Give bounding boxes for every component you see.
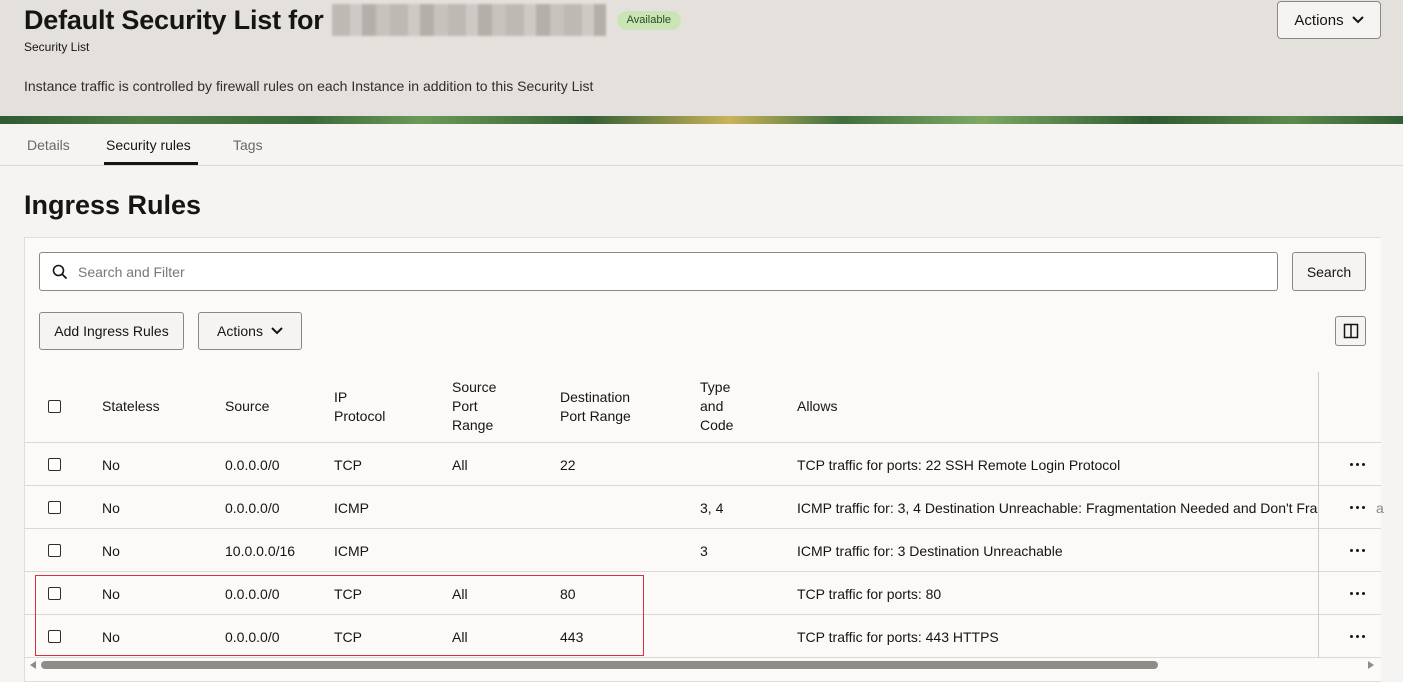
decorative-banner [0, 116, 1403, 124]
col-source-port-line1: Source [452, 379, 497, 395]
horizontal-scrollbar[interactable] [25, 658, 1381, 672]
row-checkbox[interactable] [48, 544, 61, 557]
scrollbar-thumb[interactable] [41, 661, 1158, 669]
cell-dest-port: 22 [560, 457, 576, 473]
more-options-icon[interactable] [1342, 537, 1372, 563]
col-dest-port-line2: Port Range [560, 408, 631, 424]
cell-allows: ICMP traffic for: 3, 4 Destination Unrea… [797, 500, 1319, 516]
cell-stateless: No [102, 457, 120, 473]
table-header: Stateless Source IP Protocol Source Port… [25, 372, 1381, 443]
col-stateless: Stateless [102, 398, 160, 414]
col-type-and-code: Type and Code [700, 378, 733, 435]
cell-stateless: No [102, 500, 120, 516]
col-type-code-line3: Code [700, 417, 734, 433]
info-note: Instance traffic is controlled by firewa… [24, 78, 594, 94]
section-title: Ingress Rules [24, 190, 202, 220]
cell-protocol: ICMP [334, 500, 369, 516]
cell-allows: ICMP traffic for: 3 Destination Unreacha… [797, 543, 1063, 559]
cell-stateless: No [102, 543, 120, 559]
tab-tags[interactable]: Tags [233, 137, 263, 153]
search-input[interactable] [78, 253, 1268, 290]
cell-source: 10.0.0.0/16 [225, 543, 296, 559]
col-source-port-line3: Range [452, 417, 494, 433]
search-button[interactable]: Search [1292, 252, 1366, 291]
chevron-down-icon [271, 327, 283, 335]
more-options-icon[interactable] [1342, 623, 1372, 649]
row-checkbox[interactable] [48, 501, 61, 514]
header-actions-label: Actions [1294, 11, 1344, 29]
col-allows: Allows [797, 398, 838, 414]
overflow-text: a [1376, 500, 1384, 516]
cell-protocol: ICMP [334, 543, 369, 559]
redacted-resource-name [331, 4, 606, 36]
cell-source-port: All [452, 457, 468, 473]
col-ip-protocol-line1: IP [334, 389, 348, 405]
chevron-down-icon [1351, 16, 1364, 24]
col-type-code-line2: and [700, 398, 724, 414]
cell-source: 0.0.0.0/0 [225, 457, 280, 473]
search-box[interactable] [39, 252, 1278, 291]
cell-type-code: 3 [700, 543, 708, 559]
more-options-icon[interactable] [1342, 580, 1372, 606]
col-source-port-range: Source Port Range [452, 378, 496, 435]
cell-source: 0.0.0.0/0 [225, 500, 280, 516]
more-options-icon[interactable] [1342, 451, 1372, 477]
search-icon [52, 264, 68, 280]
header-actions-button[interactable]: Actions [1277, 1, 1381, 39]
status-badge: Available [616, 10, 682, 30]
row-checkbox[interactable] [48, 458, 61, 471]
active-tab-indicator [104, 162, 198, 165]
scroll-right-icon[interactable] [1368, 661, 1374, 669]
cell-allows: TCP traffic for ports: 22 SSH Remote Log… [797, 457, 1121, 473]
cell-type-code: 3, 4 [700, 500, 724, 516]
columns-toggle-button[interactable] [1335, 316, 1366, 346]
table-row: No 0.0.0.0/0 ICMP 3, 4 ICMP traffic for:… [25, 486, 1384, 529]
col-source: Source [225, 398, 270, 414]
col-dest-port-line1: Destination [560, 389, 631, 405]
col-ip-protocol-line2: Protocol [334, 408, 386, 424]
tab-bar: Details Security rules Tags [0, 124, 1403, 166]
col-destination-port-range: Destination Port Range [560, 388, 631, 426]
scroll-left-icon[interactable] [30, 661, 36, 669]
actions-button[interactable]: Actions [198, 312, 302, 350]
cell-protocol: TCP [334, 457, 362, 473]
tab-security-rules[interactable]: Security rules [106, 137, 191, 153]
page-title: Default Security List for [24, 5, 324, 35]
highlight-annotation [35, 575, 644, 656]
cell-allows: TCP traffic for ports: 80 [797, 586, 942, 602]
columns-icon [1343, 323, 1358, 339]
page-subtitle: Security List [24, 40, 90, 54]
title-row: Default Security List for Available [24, 4, 682, 36]
sticky-column-divider [1318, 372, 1319, 658]
page-header: Default Security List for Available Secu… [0, 0, 1403, 116]
cell-allows: TCP traffic for ports: 443 HTTPS [797, 629, 999, 645]
table-row: No 0.0.0.0/0 TCP All 22 TCP traffic for … [25, 443, 1381, 486]
actions-label: Actions [217, 323, 263, 339]
tab-details[interactable]: Details [27, 137, 70, 153]
select-all-checkbox[interactable] [48, 400, 61, 413]
col-source-port-line2: Port [452, 398, 478, 414]
more-options-icon[interactable] [1342, 494, 1372, 520]
col-ip-protocol: IP Protocol [334, 388, 385, 426]
table-row: No 10.0.0.0/16 ICMP 3 ICMP traffic for: … [25, 529, 1381, 572]
add-ingress-rules-button[interactable]: Add Ingress Rules [39, 312, 184, 350]
col-type-code-line1: Type [700, 379, 731, 395]
